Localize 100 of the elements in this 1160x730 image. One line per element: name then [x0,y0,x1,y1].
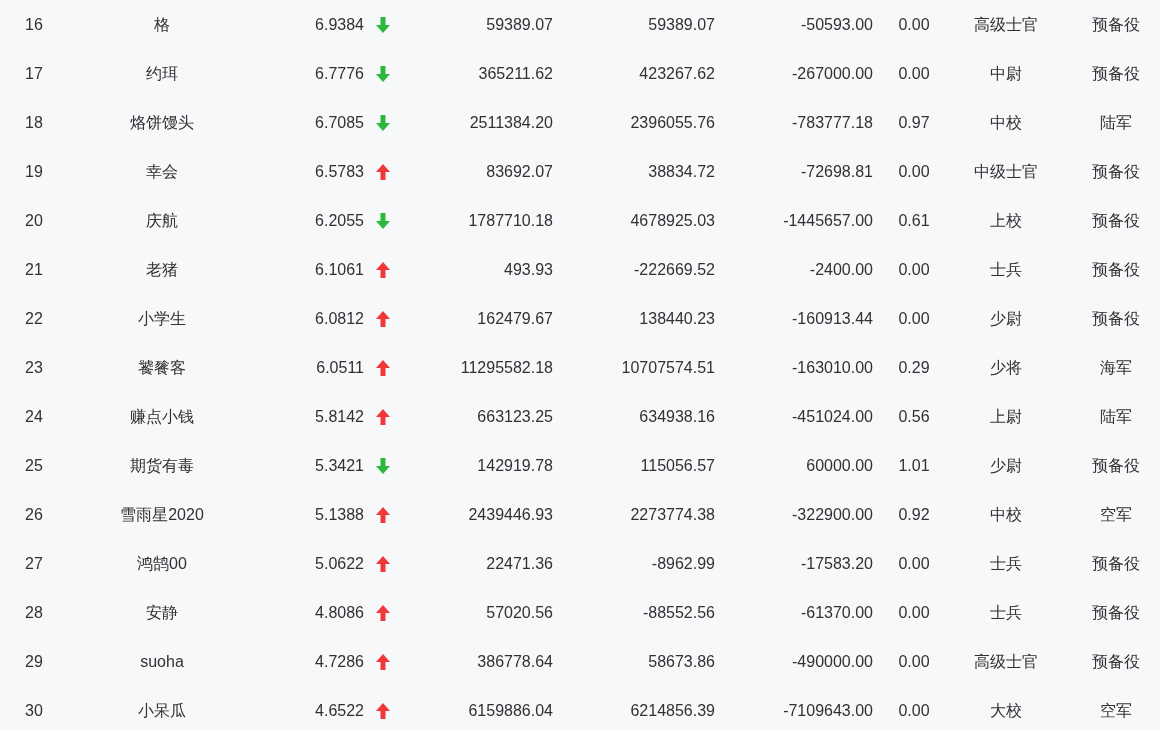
rank-cell: 19 [25,162,43,180]
ratio-cell: 0.56 [898,407,930,425]
score-cell: 5.3421 [315,456,364,474]
rank-title-cell: 士兵 [989,260,1022,278]
value-cell: 58673.86 [648,652,715,670]
branch-cell: 预备役 [1092,456,1140,474]
ratio-cell: 0.00 [898,652,930,670]
value-cell: -8962.99 [651,554,715,572]
value-cell: 2511384.20 [469,113,553,131]
rank-cell: 22 [25,309,43,327]
rank-cell: 25 [25,456,43,474]
score-cell: 5.0622 [315,554,364,572]
value-cell: -222669.52 [634,260,715,278]
ratio-cell: 0.97 [898,113,930,131]
value-cell: -451024.00 [792,407,873,425]
rank-cell: 29 [25,652,43,670]
name-cell: 雪雨星2020 [120,505,204,523]
value-cell: -490000.00 [792,652,873,670]
ratio-cell: 0.29 [898,358,930,376]
name-cell: 小呆瓜 [138,701,186,719]
ratio-cell: 0.00 [898,603,930,621]
value-cell: -160913.44 [792,309,873,327]
value-cell: 386778.64 [477,652,553,670]
rank-cell: 24 [25,407,43,425]
ratio-cell: 0.92 [898,505,930,523]
value-cell: 493.93 [504,260,553,278]
score-cell: 6.9384 [315,15,364,33]
value-cell: -783777.18 [792,113,873,131]
ratio-cell: 0.00 [898,260,930,278]
rank-title-cell: 上尉 [989,407,1022,425]
rank-title-cell: 高级士官 [973,15,1038,33]
score-cell: 6.1061 [315,260,364,278]
rank-cell: 20 [25,211,43,229]
rank-title-cell: 大校 [989,701,1022,719]
score-cell: 5.8142 [315,407,364,425]
rank-cell: 28 [25,603,43,621]
rank-title-cell: 上校 [989,211,1022,229]
value-cell: 2396055.76 [630,113,715,131]
value-cell: 162479.67 [477,309,553,327]
score-cell: 5.1388 [315,505,364,523]
name-cell: 约珥 [146,64,178,82]
ratio-cell: 0.61 [898,211,930,229]
rank-title-cell: 少尉 [989,456,1022,474]
rank-title-cell: 中尉 [989,64,1022,82]
value-cell: 59389.07 [648,15,715,33]
score-cell: 6.0511 [316,358,364,376]
value-cell: 6159886.04 [468,701,553,719]
value-cell: 22471.36 [486,554,553,572]
name-cell: 赚点小钱 [130,407,194,425]
name-cell: 饕餮客 [138,358,186,376]
name-cell: 幸会 [146,162,178,180]
rank-cell: 18 [25,113,43,131]
value-cell: 115056.57 [640,456,715,474]
value-cell: -267000.00 [792,64,873,82]
value-cell: 2439446.93 [468,505,553,523]
rank-title-cell: 士兵 [989,554,1022,572]
score-cell: 4.7286 [315,652,364,670]
rank-cell: 21 [25,260,43,278]
ratio-cell: 0.00 [898,309,930,327]
score-cell: 4.6522 [315,701,364,719]
value-cell: 1787710.18 [468,211,553,229]
ratio-cell: 0.00 [898,15,930,33]
name-cell: 庆航 [146,211,178,229]
branch-cell: 预备役 [1092,64,1140,82]
name-cell: suoha [140,652,184,670]
name-cell: 鸿鹄00 [137,554,187,572]
value-cell: 365211.62 [478,64,553,82]
name-cell: 烙饼馒头 [130,113,194,131]
rank-cell: 30 [25,701,43,719]
value-cell: 59389.07 [486,15,553,33]
rank-title-cell: 士兵 [989,603,1022,621]
value-cell: 2273774.38 [630,505,715,523]
rank-title-cell: 中级士官 [973,162,1038,180]
score-cell: 6.7776 [315,64,364,82]
rank-title-cell: 高级士官 [973,652,1038,670]
value-cell: 4678925.03 [630,211,715,229]
value-cell: -88552.56 [642,603,715,621]
value-cell: 634938.16 [639,407,715,425]
value-cell: -17583.20 [800,554,873,572]
value-cell: -163010.00 [792,358,873,376]
value-cell: 60000.00 [806,456,873,474]
rank-cell: 27 [25,554,43,572]
value-cell: -1445657.00 [783,211,873,229]
value-cell: 138440.23 [639,309,715,327]
value-cell: -72698.81 [800,162,873,180]
name-cell: 安静 [146,603,178,621]
value-cell: 142919.78 [477,456,553,474]
branch-cell: 预备役 [1092,260,1140,278]
rank-title-cell: 少尉 [989,309,1022,327]
branch-cell: 预备役 [1092,554,1140,572]
value-cell: 83692.07 [486,162,553,180]
branch-cell: 预备役 [1092,211,1140,229]
rank-cell: 26 [25,505,43,523]
rank-cell: 23 [25,358,43,376]
value-cell: 6214856.39 [630,701,715,719]
branch-cell: 预备役 [1092,652,1140,670]
branch-cell: 预备役 [1092,309,1140,327]
value-cell: 10707574.51 [621,358,715,376]
score-cell: 4.8086 [315,603,364,621]
rank-title-cell: 中校 [989,113,1022,131]
